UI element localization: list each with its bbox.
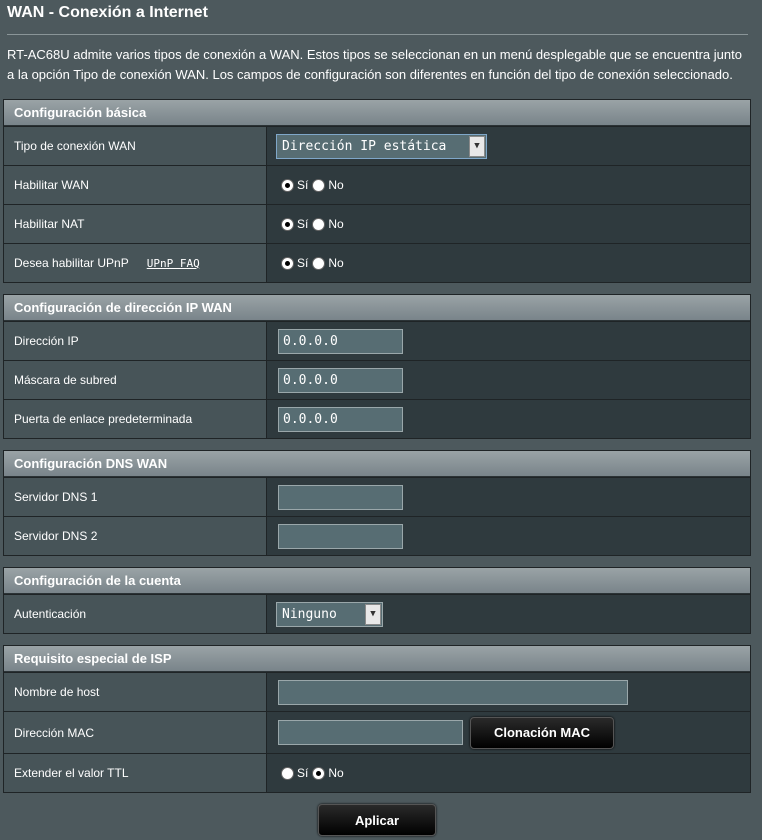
dns2-label: Servidor DNS 2 (4, 517, 267, 555)
basic-config-section: Configuración básica Tipo de conexión WA… (3, 99, 751, 283)
gateway-row: Puerta de enlace predeterminada 0.0.0.0 (4, 399, 750, 438)
wan-type-value: Dirección IP estática (282, 138, 447, 154)
auth-label: Autenticación (4, 595, 267, 633)
upnp-radio-group: Sí No (281, 256, 348, 270)
gateway-label: Puerta de enlace predeterminada (4, 400, 267, 438)
title-divider (7, 34, 748, 35)
subnet-mask-input[interactable]: 0.0.0.0 (278, 367, 403, 393)
radio-label-yes: Sí (297, 217, 309, 231)
dns1-label: Servidor DNS 1 (4, 478, 267, 516)
wan-type-label: Tipo de conexión WAN (4, 127, 267, 165)
ttl-no-radio[interactable] (312, 766, 326, 780)
radio-label-no: No (328, 217, 344, 231)
enable-wan-yes-radio[interactable] (281, 178, 294, 192)
hostname-input[interactable] (278, 679, 628, 705)
enable-wan-row: Habilitar WAN Sí No (4, 165, 750, 204)
mac-row: Dirección MAC Clonación MAC (4, 711, 750, 753)
mask-label: Máscara de subred (4, 361, 267, 399)
wan-type-select[interactable]: Dirección IP estática ▼ (276, 133, 487, 159)
wan-type-row: Tipo de conexión WAN Dirección IP estáti… (4, 126, 750, 165)
upnp-row: Desea habilitar UPnP UPnP FAQ Sí No (4, 243, 750, 282)
hostname-label: Nombre de host (4, 673, 267, 711)
auth-select[interactable]: Ninguno ▼ (276, 601, 383, 627)
section-header: Configuración DNS WAN (4, 451, 750, 477)
ttl-label: Extender el valor TTL (4, 754, 267, 792)
page-description: RT-AC68U admite varios tipos de conexión… (7, 47, 742, 82)
section-header: Configuración de la cuenta (4, 568, 750, 594)
account-section: Configuración de la cuenta Autenticación… (3, 567, 751, 634)
wan-ip-section: Configuración de dirección IP WAN Direcc… (3, 294, 751, 439)
enable-nat-radio-group: Sí No (281, 217, 348, 231)
enable-nat-no-radio[interactable] (312, 217, 326, 231)
auth-value: Ninguno (282, 606, 337, 622)
ttl-radio-group: Sí No (281, 766, 348, 780)
enable-wan-radio-group: Sí No (281, 178, 348, 192)
radio-label-no: No (328, 256, 344, 270)
ip-address-input[interactable]: 0.0.0.0 (278, 328, 403, 354)
radio-label-no: No (328, 178, 344, 192)
chevron-down-icon[interactable]: ▼ (365, 603, 381, 625)
ttl-yes-radio[interactable] (281, 766, 294, 780)
mac-address-input[interactable] (278, 720, 463, 745)
apply-button[interactable]: Aplicar (318, 804, 436, 836)
radio-label-yes: Sí (297, 178, 309, 192)
enable-nat-yes-radio[interactable] (281, 217, 294, 231)
radio-label-yes: Sí (297, 256, 309, 270)
dns1-input[interactable] (278, 484, 403, 510)
upnp-no-radio[interactable] (312, 256, 326, 270)
page-title: WAN - Conexión a Internet (7, 4, 208, 21)
dns-section: Configuración DNS WAN Servidor DNS 1 Ser… (3, 450, 751, 556)
chevron-down-icon[interactable]: ▼ (469, 135, 485, 157)
section-header: Configuración básica (4, 100, 750, 126)
section-header: Configuración de dirección IP WAN (4, 295, 750, 321)
mac-clone-button[interactable]: Clonación MAC (470, 716, 614, 749)
ip-row: Dirección IP 0.0.0.0 (4, 321, 750, 360)
upnp-yes-radio[interactable] (281, 256, 294, 270)
radio-label-yes: Sí (297, 766, 309, 780)
hostname-row: Nombre de host (4, 672, 750, 711)
ip-label: Dirección IP (4, 322, 267, 360)
dns1-row: Servidor DNS 1 (4, 477, 750, 516)
mac-label: Dirección MAC (4, 712, 267, 753)
enable-nat-label: Habilitar NAT (4, 205, 267, 243)
upnp-label-cell: Desea habilitar UPnP UPnP FAQ (4, 244, 267, 282)
isp-section: Requisito especial de ISP Nombre de host… (3, 645, 751, 793)
enable-wan-no-radio[interactable] (312, 178, 326, 192)
dns2-input[interactable] (278, 523, 403, 549)
section-header: Requisito especial de ISP (4, 646, 750, 672)
radio-label-no: No (328, 766, 344, 780)
upnp-label: Desea habilitar UPnP (14, 256, 129, 270)
enable-nat-row: Habilitar NAT Sí No (4, 204, 750, 243)
mask-row: Máscara de subred 0.0.0.0 (4, 360, 750, 399)
enable-wan-label: Habilitar WAN (4, 166, 267, 204)
dns2-row: Servidor DNS 2 (4, 516, 750, 555)
auth-row: Autenticación Ninguno ▼ (4, 594, 750, 633)
gateway-input[interactable]: 0.0.0.0 (278, 406, 403, 432)
upnp-faq-link[interactable]: UPnP FAQ (147, 257, 200, 270)
ttl-row: Extender el valor TTL Sí No (4, 753, 750, 792)
